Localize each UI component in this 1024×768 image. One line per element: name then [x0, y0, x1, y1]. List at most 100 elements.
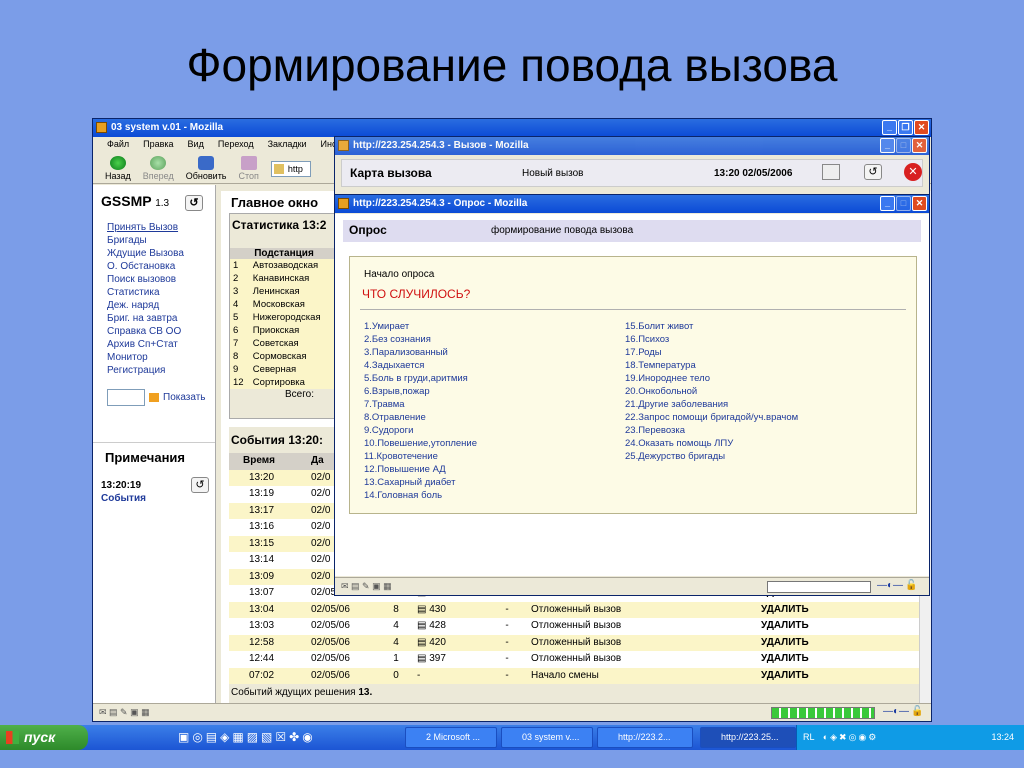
nav-item-waiting-calls[interactable]: Ждущие Вызова [93, 247, 215, 260]
event-call-link[interactable]: ▤ 430 [413, 602, 487, 619]
station-name[interactable]: Сортировка [250, 376, 338, 389]
show-input[interactable] [107, 389, 145, 406]
station-name[interactable]: Автозаводская [250, 259, 338, 272]
taskbar-button-word[interactable]: 2 Microsoft ... [405, 727, 497, 748]
survey-option[interactable]: 17.Роды [625, 346, 798, 359]
survey-option[interactable]: 16.Психоз [625, 333, 798, 346]
menu-edit[interactable]: Правка [143, 137, 173, 152]
nav-item-reference[interactable]: Справка СВ ОО [93, 325, 215, 338]
survey-option[interactable]: 19.Инороднее тело [625, 372, 798, 385]
survey-option[interactable]: 18.Температура [625, 359, 798, 372]
delete-link[interactable]: УДАЛИТЬ [757, 602, 921, 619]
survey-option[interactable]: 14.Головная боль [364, 489, 477, 502]
delete-link[interactable]: УДАЛИТЬ [757, 668, 921, 685]
event-call-link[interactable]: ▤ 420 [413, 635, 487, 652]
print-icon[interactable] [822, 164, 840, 180]
survey-option[interactable]: 13.Сахарный диабет [364, 476, 477, 489]
event-call-number[interactable]: 428 [429, 620, 446, 631]
survey-option[interactable]: 11.Кровотечение [364, 450, 477, 463]
main-window-title: 03 system v.01 - Mozilla [111, 122, 224, 133]
refresh-button[interactable]: ↺ [185, 195, 203, 211]
nav-item-monitor[interactable]: Монитор [93, 351, 215, 364]
show-button[interactable]: Показать [163, 392, 206, 403]
event-call-number[interactable]: 430 [429, 604, 446, 615]
survey-option[interactable]: 24.Оказать помощь ЛПУ [625, 437, 798, 450]
survey-option[interactable]: 7.Травма [364, 398, 477, 411]
call-minimize-button[interactable]: _ [880, 138, 895, 153]
station-name[interactable]: Сормовская [250, 350, 338, 363]
survey-option[interactable]: 15.Болит живот [625, 320, 798, 333]
survey-option[interactable]: 12.Повышение АД [364, 463, 477, 476]
delete-link[interactable]: УДАЛИТЬ [757, 618, 921, 635]
cancel-icon[interactable]: ✕ [904, 163, 922, 181]
survey-option[interactable]: 6.Взрыв,пожар [364, 385, 477, 398]
nav-item-brigades[interactable]: Бригады [93, 234, 215, 247]
forward-button[interactable]: Вперед [143, 156, 174, 183]
call-refresh-button[interactable]: ↺ [864, 164, 882, 180]
url-field[interactable]: http [270, 161, 311, 177]
survey-option[interactable]: 10.Повешение,утопление [364, 437, 477, 450]
menu-go[interactable]: Переход [218, 137, 254, 152]
nav-item-tomorrow[interactable]: Бриг. на завтра [93, 312, 215, 325]
call-window-titlebar[interactable]: http://223.254.254.3 - Вызов - Mozilla _… [335, 137, 929, 155]
minimize-button[interactable]: _ [882, 120, 897, 135]
nav-item-accept-call[interactable]: Принять Вызов [93, 221, 215, 234]
station-name[interactable]: Ленинская [250, 285, 338, 298]
survey-option[interactable]: 9.Судороги [364, 424, 477, 437]
survey-option[interactable]: 5.Боль в груди,аритмия [364, 372, 477, 385]
notes-refresh-button[interactable]: ↺ [191, 477, 210, 493]
notes-events[interactable]: События [101, 493, 215, 504]
station-name[interactable]: Московская [250, 298, 338, 311]
survey-option[interactable]: 25.Дежурство бригады [625, 450, 798, 463]
back-button[interactable]: Назад [105, 156, 131, 183]
survey-option[interactable]: 22.Запрос помощи бригадой/уч.врачом [625, 411, 798, 424]
stop-button[interactable]: Стоп [239, 156, 259, 183]
event-call-number[interactable]: 420 [429, 637, 446, 648]
nav-item-archive[interactable]: Архив Сп+Стат [93, 338, 215, 351]
taskbar-button-http1[interactable]: http://223.2... [597, 727, 693, 748]
nav-item-situation[interactable]: О. Обстановка [93, 260, 215, 273]
survey-option[interactable]: 21.Другие заболевания [625, 398, 798, 411]
station-name[interactable]: Приокская [250, 324, 338, 337]
maximize-button[interactable]: ❐ [898, 120, 913, 135]
menu-bookmarks[interactable]: Закладки [268, 137, 307, 152]
station-name[interactable]: Северная [250, 363, 338, 376]
survey-option[interactable]: 1.Умирает [364, 320, 477, 333]
survey-option[interactable]: 23.Перевозка [625, 424, 798, 437]
delete-link[interactable]: УДАЛИТЬ [757, 651, 921, 668]
survey-maximize-button[interactable]: □ [896, 196, 911, 211]
start-button[interactable]: пуск [0, 725, 88, 750]
call-maximize-button[interactable]: □ [896, 138, 911, 153]
event-call-number[interactable]: - [417, 670, 420, 681]
taskbar-button-http2[interactable]: http://223.25... [700, 727, 796, 748]
call-close-button[interactable]: ✕ [912, 138, 927, 153]
nav-item-search-calls[interactable]: Поиск вызовов [93, 273, 215, 286]
survey-option[interactable]: 4.Задыхается [364, 359, 477, 372]
event-call-number[interactable]: 397 [429, 653, 446, 664]
delete-link[interactable]: УДАЛИТЬ [757, 635, 921, 652]
survey-window-titlebar[interactable]: http://223.254.254.3 - Опрос - Mozilla _… [335, 195, 929, 213]
survey-option[interactable]: 8.Отравление [364, 411, 477, 424]
survey-option[interactable]: 2.Без сознания [364, 333, 477, 346]
station-name[interactable]: Советская [250, 337, 338, 350]
taskbar-button-03system[interactable]: 03 system v.... [501, 727, 593, 748]
menu-view[interactable]: Вид [188, 137, 204, 152]
menu-file[interactable]: Файл [107, 137, 129, 152]
station-name[interactable]: Канавинская [250, 272, 338, 285]
reload-button[interactable]: Обновить [186, 156, 227, 183]
event-call-link[interactable]: ▤ 397 [413, 651, 487, 668]
lang-indicator[interactable]: RL [803, 732, 814, 742]
event-call-link[interactable]: - [413, 668, 487, 685]
main-window-titlebar[interactable]: 03 system v.01 - Mozilla _ ❐ ✕ [93, 119, 931, 137]
nav-item-statistics[interactable]: Статистика [93, 286, 215, 299]
survey-minimize-button[interactable]: _ [880, 196, 895, 211]
survey-close-button[interactable]: ✕ [912, 196, 927, 211]
nav-item-duty[interactable]: Деж. наряд [93, 299, 215, 312]
station-num: 2 [233, 273, 239, 284]
event-call-link[interactable]: ▤ 428 [413, 618, 487, 635]
nav-item-registration[interactable]: Регистрация [93, 364, 215, 377]
survey-option[interactable]: 3.Парализованный [364, 346, 477, 359]
station-name[interactable]: Нижегородская [250, 311, 338, 324]
close-button[interactable]: ✕ [914, 120, 929, 135]
survey-option[interactable]: 20.Онкобольной [625, 385, 798, 398]
